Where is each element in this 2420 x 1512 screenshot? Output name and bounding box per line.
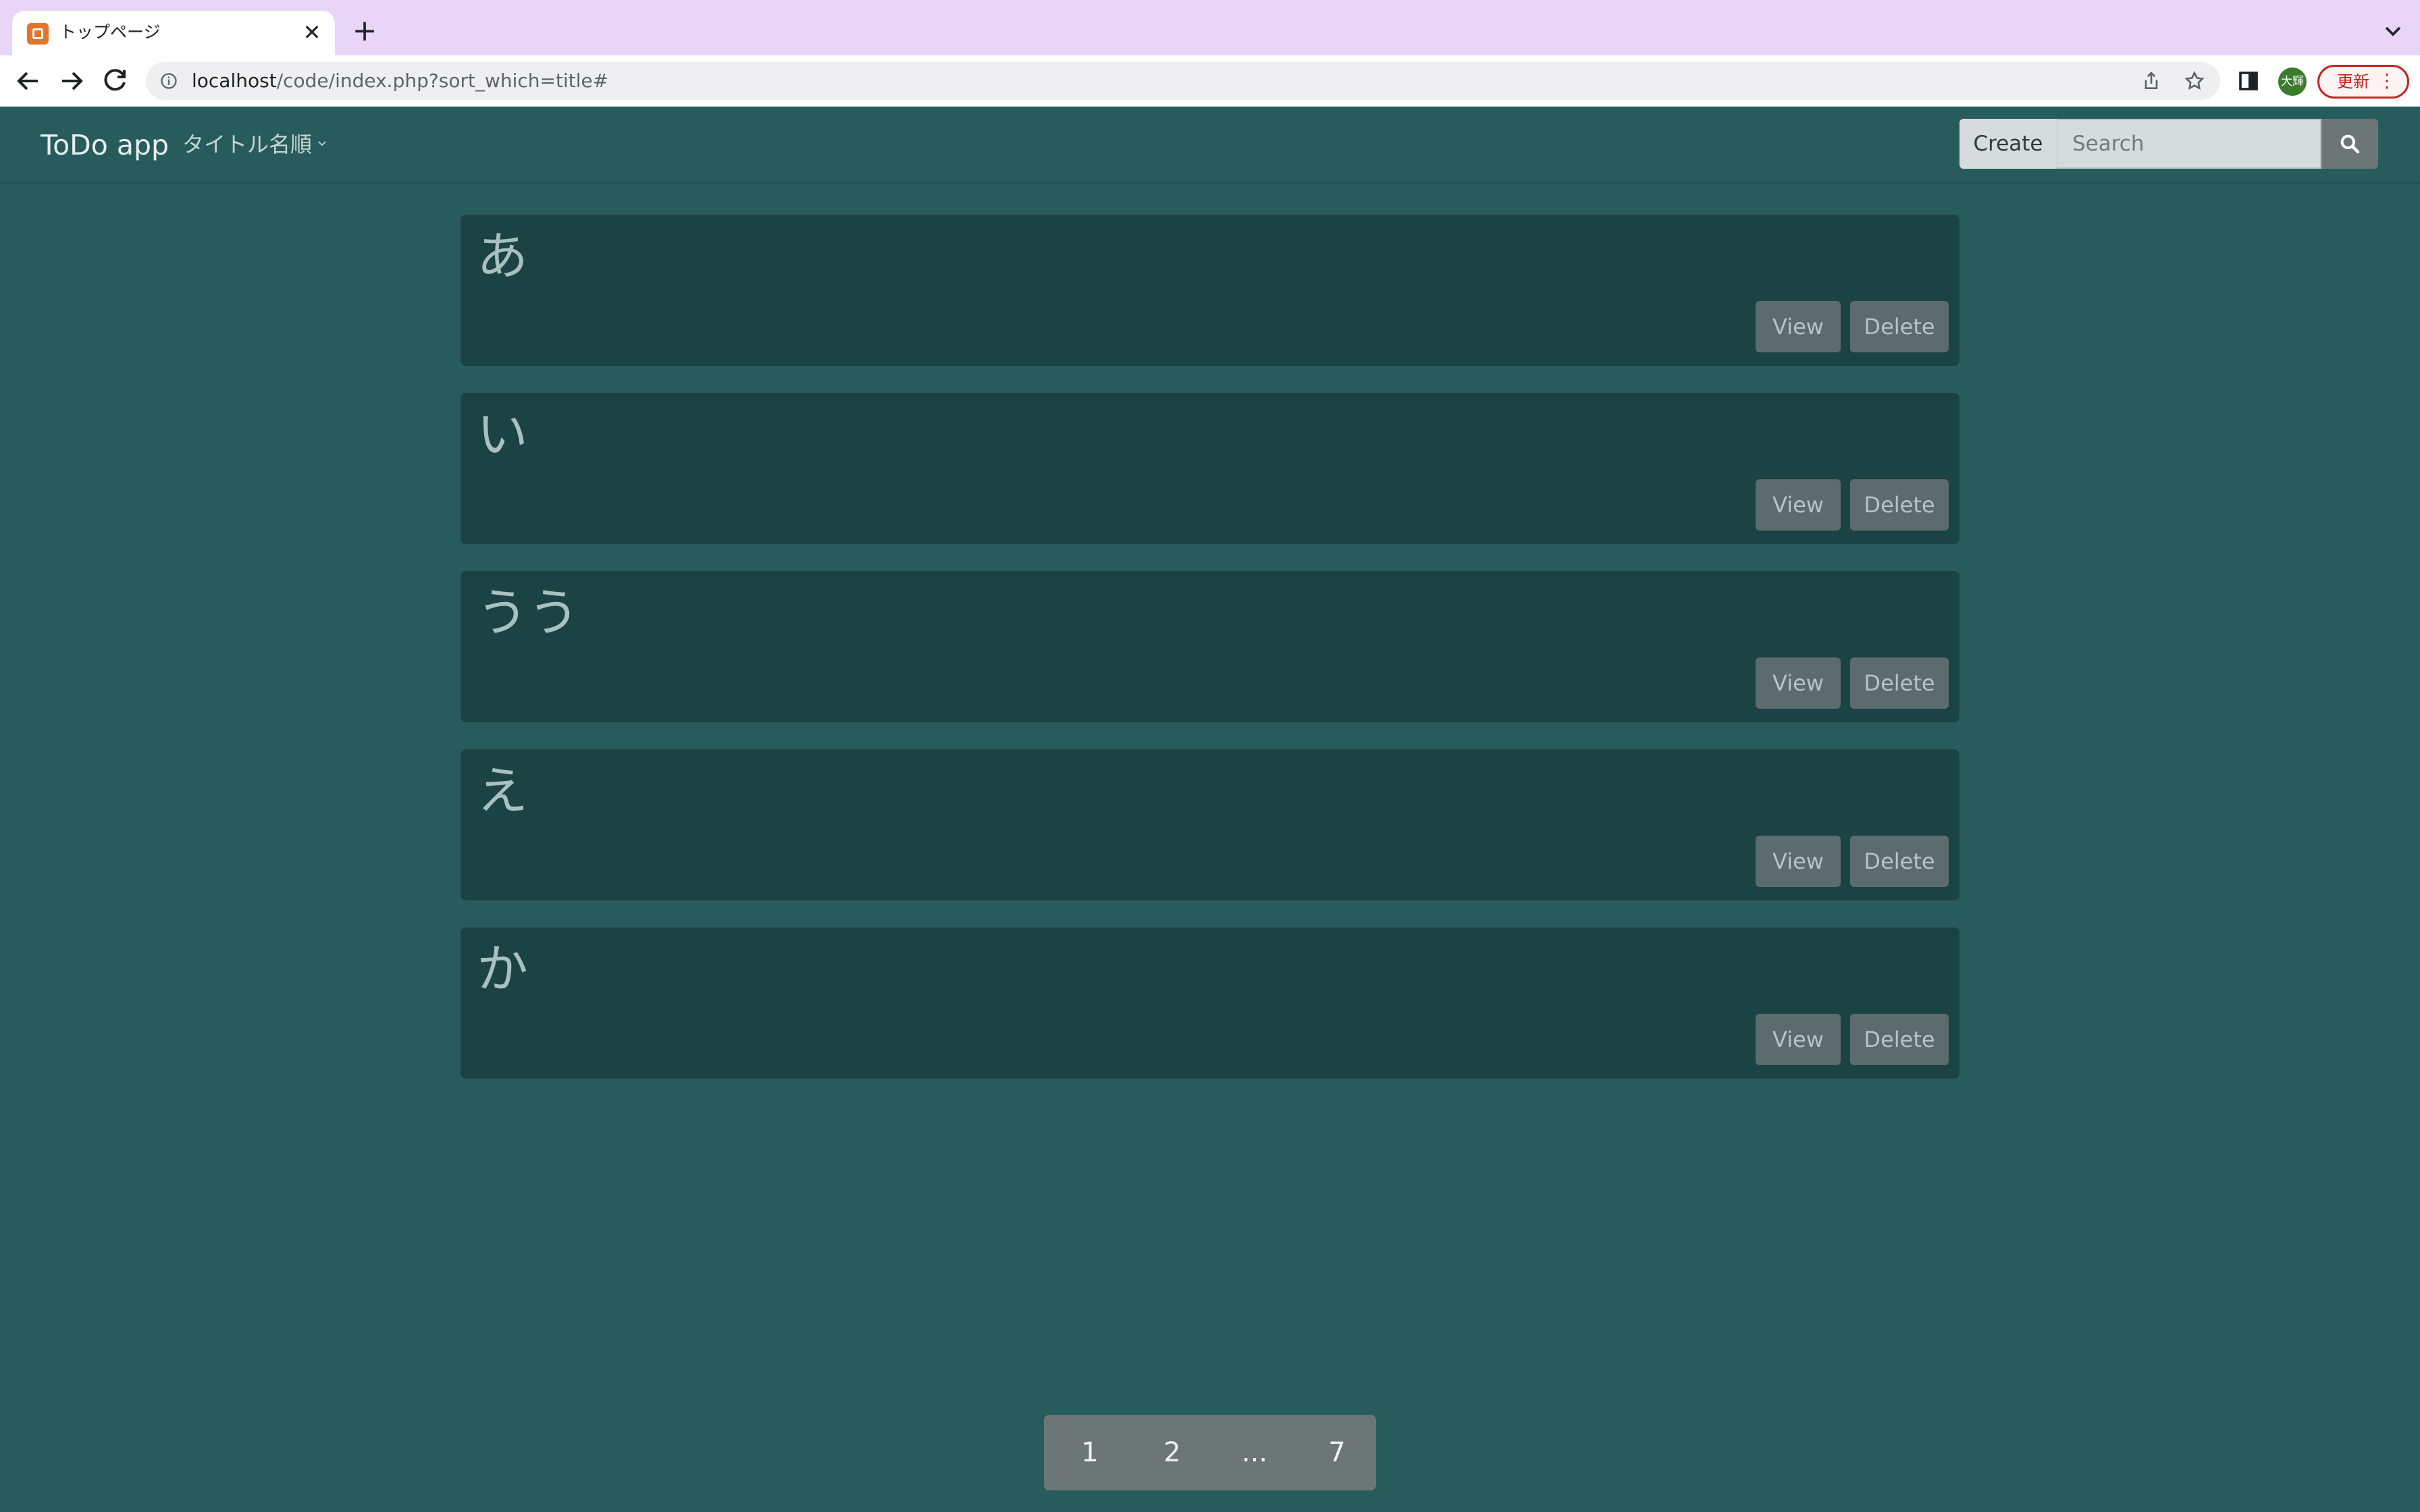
update-button[interactable]: 更新 ⋮ bbox=[2317, 65, 2409, 99]
bookmark-star-icon[interactable] bbox=[2184, 70, 2205, 92]
app-navbar: ToDo app タイトル名順 Create bbox=[0, 107, 2420, 184]
search-input[interactable] bbox=[2057, 119, 2321, 169]
tab-search-chevron-icon[interactable] bbox=[2379, 18, 2406, 45]
search-button[interactable] bbox=[2321, 119, 2378, 169]
site-info-icon[interactable] bbox=[159, 72, 178, 90]
browser-tab[interactable]: トップページ ✕ bbox=[12, 11, 335, 55]
view-button[interactable]: View bbox=[1756, 836, 1841, 887]
page-link-1[interactable]: 1 bbox=[1056, 1415, 1124, 1490]
create-button[interactable]: Create bbox=[1959, 119, 2057, 169]
todo-title: あ bbox=[477, 226, 528, 286]
browser-tab-bar: トップページ ✕ + bbox=[0, 0, 2420, 55]
profile-avatar[interactable]: 大輝 bbox=[2278, 68, 2307, 96]
todo-card: か View Delete bbox=[461, 927, 1959, 1079]
todo-list: あ View Delete い View Delete うう View Dele… bbox=[461, 215, 1959, 1106]
reload-icon[interactable] bbox=[99, 65, 131, 97]
sort-dropdown[interactable]: タイトル名順 bbox=[182, 130, 328, 159]
close-tab-icon[interactable]: ✕ bbox=[298, 19, 325, 46]
view-button[interactable]: View bbox=[1756, 301, 1841, 352]
todo-card: え View Delete bbox=[461, 749, 1959, 900]
page-ellipsis: ... bbox=[1241, 1437, 1268, 1468]
todo-title: うう bbox=[477, 583, 579, 643]
url-text: localhost/code/index.php?sort_which=titl… bbox=[192, 68, 608, 94]
chevron-down-icon bbox=[318, 141, 326, 146]
url-host: localhost bbox=[192, 70, 277, 92]
todo-card: あ View Delete bbox=[461, 215, 1959, 366]
pagination: 1 2 ... 7 bbox=[1044, 1415, 1376, 1490]
browser-toolbar: localhost/code/index.php?sort_which=titl… bbox=[0, 55, 2420, 107]
page-link-7[interactable]: 7 bbox=[1303, 1415, 1371, 1490]
view-button[interactable]: View bbox=[1756, 1014, 1841, 1065]
new-tab-button[interactable]: + bbox=[348, 15, 381, 47]
address-bar[interactable]: localhost/code/index.php?sort_which=titl… bbox=[146, 62, 2220, 100]
view-button[interactable]: View bbox=[1756, 657, 1841, 709]
delete-button[interactable]: Delete bbox=[1850, 301, 1949, 352]
tab-title: トップページ bbox=[59, 22, 161, 42]
forward-arrow-icon[interactable] bbox=[55, 65, 88, 97]
back-arrow-icon[interactable] bbox=[12, 65, 45, 97]
todo-title: い bbox=[477, 404, 528, 464]
app-brand[interactable]: ToDo app bbox=[41, 127, 169, 163]
side-panel-icon[interactable] bbox=[2236, 69, 2261, 93]
update-label: 更新 bbox=[2337, 72, 2369, 91]
todo-title: え bbox=[477, 761, 528, 821]
delete-button[interactable]: Delete bbox=[1850, 479, 1949, 531]
more-menu-icon: ⋮ bbox=[2377, 70, 2396, 92]
url-path: /code/index.php?sort_which=title# bbox=[276, 70, 609, 92]
view-button[interactable]: View bbox=[1756, 479, 1841, 531]
todo-card: い View Delete bbox=[461, 393, 1959, 544]
delete-button[interactable]: Delete bbox=[1850, 836, 1949, 887]
todo-card: うう View Delete bbox=[461, 571, 1959, 722]
search-icon bbox=[2340, 134, 2360, 154]
share-icon[interactable] bbox=[2140, 70, 2162, 92]
delete-button[interactable]: Delete bbox=[1850, 657, 1949, 709]
page-link-2[interactable]: 2 bbox=[1138, 1415, 1206, 1490]
sort-dropdown-label: タイトル名順 bbox=[182, 132, 313, 157]
delete-button[interactable]: Delete bbox=[1850, 1014, 1949, 1065]
xampp-favicon-icon bbox=[27, 23, 49, 45]
todo-title: か bbox=[477, 939, 528, 999]
